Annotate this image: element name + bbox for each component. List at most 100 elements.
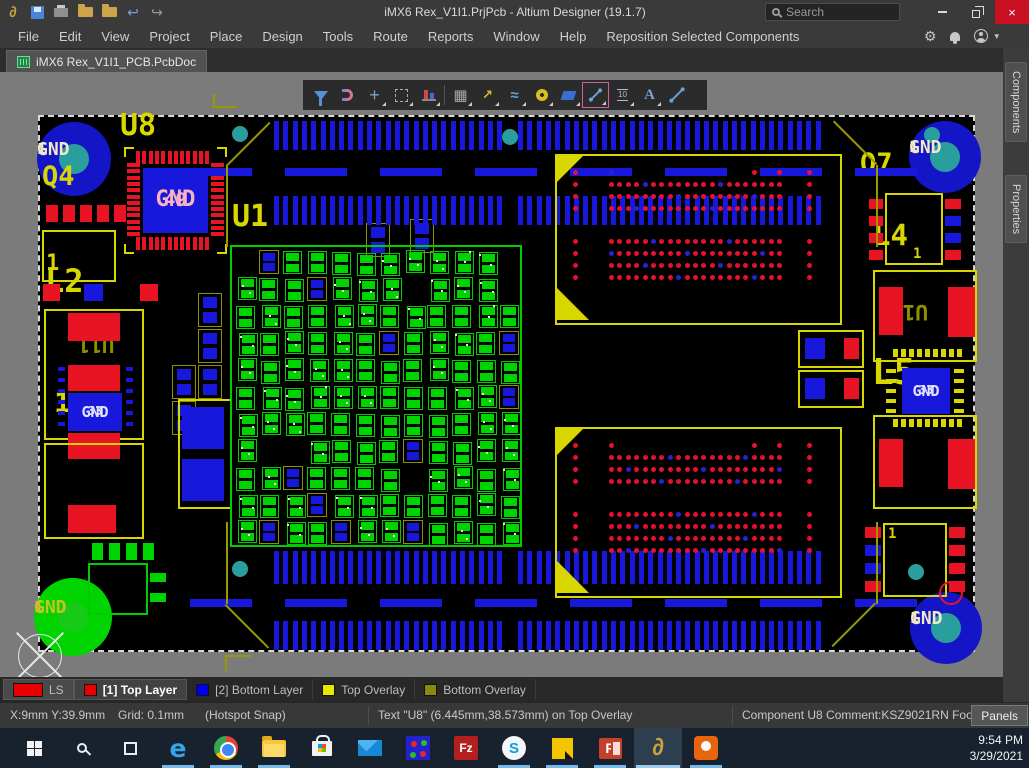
solder-dot: [466, 538, 468, 540]
layer-tab-bottom-overlay[interactable]: Bottom Overlay: [415, 679, 536, 700]
panels-button[interactable]: Panels: [971, 705, 1028, 726]
menu-design[interactable]: Design: [252, 24, 312, 48]
field-pad: [383, 496, 396, 504]
menu-tools[interactable]: Tools: [313, 24, 363, 48]
panel-tab-components[interactable]: Components: [1005, 62, 1027, 142]
global-search-box[interactable]: Search: [765, 3, 900, 21]
taskbar-graph-tool-button[interactable]: [394, 728, 442, 768]
taskbar-sticky-notes-button[interactable]: [538, 728, 586, 768]
tune-length-tool-icon[interactable]: ≈: [501, 82, 528, 108]
field-pad: [458, 253, 471, 261]
place-dimension-tool-icon[interactable]: 10: [609, 82, 636, 108]
u8-pad: [142, 237, 146, 250]
l1-side-pad: [58, 411, 65, 415]
place-line-tool-icon[interactable]: [582, 82, 609, 108]
layer-tab-ls[interactable]: LS: [3, 679, 74, 700]
restore-button[interactable]: [959, 0, 993, 24]
connector-pin: [488, 551, 493, 584]
taskbar-powerpoint-button[interactable]: P: [586, 728, 634, 768]
print-icon[interactable]: [50, 1, 72, 23]
connector-pin: [555, 621, 560, 650]
taskbar-filezilla-button[interactable]: Fz: [442, 728, 490, 768]
field-pad: [263, 497, 276, 505]
board-insight-tool-icon[interactable]: [415, 82, 442, 108]
solder-dot: [419, 318, 421, 320]
select-area-tool-icon[interactable]: [388, 82, 415, 108]
menu-edit[interactable]: Edit: [49, 24, 91, 48]
ddr-ball: [651, 467, 656, 472]
menu-file[interactable]: File: [8, 24, 49, 48]
connector-pin: [386, 121, 391, 150]
l2-pad: [43, 284, 60, 301]
place-string-tool-icon[interactable]: A: [636, 82, 663, 108]
panel-tab-properties[interactable]: Properties: [1005, 175, 1027, 243]
layer-tab--2-bottom-layer[interactable]: [2] Bottom Layer: [187, 679, 313, 700]
save-icon[interactable]: [26, 1, 48, 23]
taskbar-altium-button[interactable]: ∂: [634, 728, 682, 768]
solder-dot: [513, 454, 515, 456]
place-via-tool-icon[interactable]: [528, 82, 555, 108]
connector-pin: [293, 621, 298, 650]
ddr-ball: [752, 443, 757, 448]
connector-pin: [676, 621, 681, 650]
place-polygon-tool-icon[interactable]: [555, 82, 582, 108]
place-component-tool-icon[interactable]: ▦: [447, 82, 474, 108]
jump-to-location-tool-icon[interactable]: +: [361, 82, 388, 108]
solder-dot: [503, 469, 505, 471]
menu-view[interactable]: View: [91, 24, 139, 48]
interactive-routing-tool-icon[interactable]: ↗: [474, 82, 501, 108]
ddr-ball: [643, 536, 648, 541]
user-avatar-icon[interactable]: [974, 29, 988, 43]
connector-pin: [546, 621, 551, 650]
taskbar-store-button[interactable]: [298, 728, 346, 768]
taskbar-clock[interactable]: 9:54 PM 3/29/2021: [970, 732, 1023, 764]
q4-pad: [46, 205, 58, 222]
taskbar-explorer-button[interactable]: [250, 728, 298, 768]
ddr-ball: [573, 524, 578, 529]
settings-gear-icon[interactable]: ⚙: [924, 28, 937, 45]
taskbar-snagit-button[interactable]: [682, 728, 730, 768]
layer-tab-label: [2] Bottom Layer: [215, 683, 303, 697]
layer-tab-top-overlay[interactable]: Top Overlay: [313, 679, 415, 700]
snap-magnet-tool-icon[interactable]: [334, 82, 361, 108]
menu-reports[interactable]: Reports: [418, 24, 484, 48]
notifications-bell-icon[interactable]: [950, 32, 960, 41]
taskbar-search-button[interactable]: [58, 728, 106, 768]
u12-qfn-pad: [933, 419, 938, 427]
menu-window[interactable]: Window: [483, 24, 549, 48]
pcb-board[interactable]: 1GND1GND1GND1GNDU8Q41L2U1Q7L41U13U11L511…: [38, 115, 975, 652]
menu-route[interactable]: Route: [363, 24, 418, 48]
ddr-ball: [643, 194, 648, 199]
layer-tab--1-top-layer[interactable]: [1] Top Layer: [74, 679, 187, 700]
pcb-design-area[interactable]: 1GND1GND1GND1GNDU8Q41L2U1Q7L41U13U11L511…: [0, 72, 1003, 677]
undo-icon[interactable]: ↩: [122, 1, 144, 23]
connector-pin: [283, 121, 288, 150]
close-button[interactable]: ×: [995, 0, 1029, 24]
taskbar-start-button[interactable]: [10, 728, 58, 768]
connector-pin: [611, 621, 616, 650]
filter-tool-icon[interactable]: [307, 82, 334, 108]
ddr-ball: [668, 206, 673, 211]
minimize-button[interactable]: [925, 0, 959, 24]
open-folder-icon[interactable]: [74, 1, 96, 23]
avatar-dropdown-icon[interactable]: ▾: [994, 31, 999, 42]
taskbar-task-view-button[interactable]: [106, 728, 154, 768]
place-line-alt-tool-icon[interactable]: [663, 82, 690, 108]
taskbar-chrome-button[interactable]: [202, 728, 250, 768]
field-pad: [432, 417, 445, 425]
redo-icon[interactable]: ↪: [146, 1, 168, 23]
menu-place[interactable]: Place: [200, 24, 253, 48]
taskbar-skype-button[interactable]: S: [490, 728, 538, 768]
menu-project[interactable]: Project: [139, 24, 199, 48]
solder-dot: [322, 375, 324, 377]
menu-reposition-selected-components[interactable]: Reposition Selected Components: [596, 24, 809, 48]
field-pad: [335, 442, 348, 450]
connector-pin: [367, 551, 372, 584]
open-document-icon[interactable]: [98, 1, 120, 23]
menu-help[interactable]: Help: [550, 24, 597, 48]
solder-dot: [455, 334, 457, 336]
document-tab-pcbdoc[interactable]: iMX6 Rex_V1I1_PCB.PcbDoc: [6, 50, 207, 72]
field-pad: [482, 281, 495, 289]
taskbar-mail-button[interactable]: [346, 728, 394, 768]
taskbar-edge-button[interactable]: e: [154, 728, 202, 768]
